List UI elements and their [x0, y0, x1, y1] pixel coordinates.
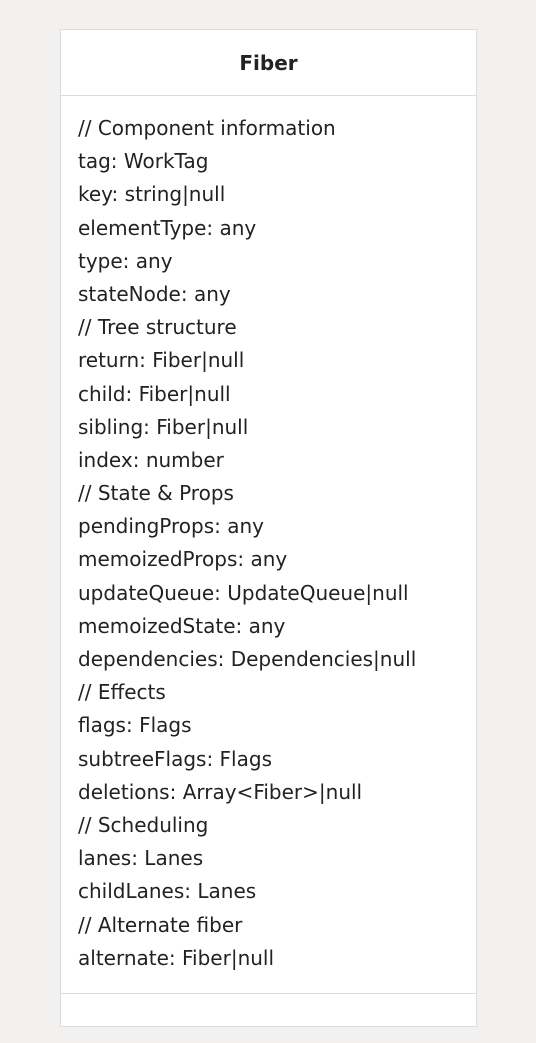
class-title: Fiber — [239, 50, 298, 75]
member-line: child: Fiber|null — [78, 381, 231, 406]
member-line: // Scheduling — [78, 812, 209, 837]
member-line: elementType: any — [78, 215, 257, 240]
member-line: key: string|null — [78, 182, 226, 207]
member-line: updateQueue: UpdateQueue|null — [78, 580, 409, 605]
member-line: memoizedState: any — [78, 613, 286, 638]
member-line: stateNode: any — [78, 281, 231, 306]
member-line: memoizedProps: any — [78, 547, 288, 572]
member-line: // Tree structure — [78, 315, 237, 340]
methods-compartment — [61, 994, 476, 1026]
member-line: subtreeFlags: Flags — [78, 746, 272, 771]
member-line: // Effects — [78, 680, 166, 705]
member-line: childLanes: Lanes — [78, 879, 257, 904]
member-line: // Alternate fiber — [78, 912, 243, 937]
member-line: type: any — [78, 248, 173, 273]
member-line: index: number — [78, 447, 224, 472]
member-line: // State & Props — [78, 481, 234, 506]
member-line: dependencies: Dependencies|null — [78, 647, 417, 671]
uml-class-box: Fiber // Component information tag: Work… — [60, 29, 477, 1027]
member-line: return: Fiber|null — [78, 348, 245, 373]
member-line: tag: WorkTag — [78, 149, 209, 174]
member-line: // Component information — [78, 116, 336, 140]
member-line: flags: Flags — [78, 713, 192, 738]
attributes-compartment: // Component information tag: WorkTag ke… — [61, 96, 476, 994]
member-line: alternate: Fiber|null — [78, 945, 275, 970]
member-line: lanes: Lanes — [78, 846, 204, 871]
member-line: sibling: Fiber|null — [78, 414, 249, 439]
member-line: pendingProps: any — [78, 514, 265, 539]
class-header: Fiber — [61, 30, 476, 96]
member-line: deletions: Array<Fiber>|null — [78, 779, 363, 804]
